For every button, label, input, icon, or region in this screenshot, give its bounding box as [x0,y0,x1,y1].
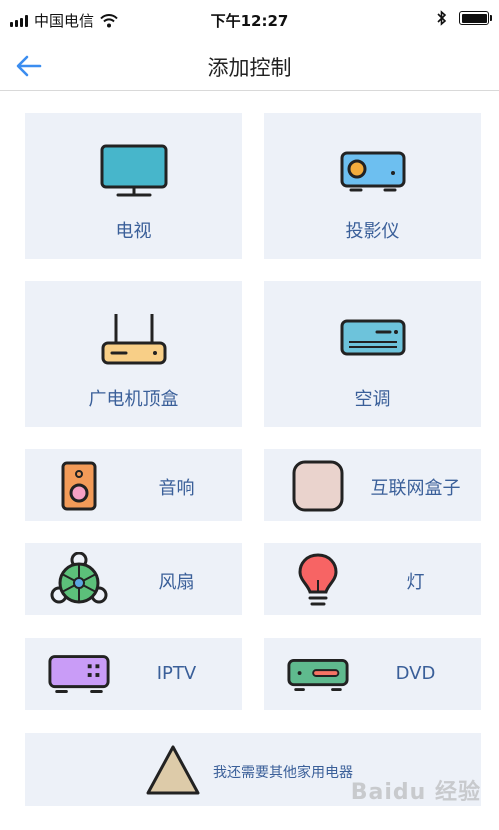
fan-icon [50,552,108,604]
page-title: 添加控制 [207,56,292,80]
device-tile-internet-box[interactable]: 互联网盒子 [264,449,481,521]
device-tile-dvd[interactable]: DVD [264,638,481,710]
set-top-box-icon [101,314,166,365]
device-tile-set-top-box[interactable]: 广电机顶盒 [25,281,242,427]
clock: 下午12:27 [210,12,289,30]
iptv-icon [48,655,110,693]
device-label: 广电机顶盒 [88,389,179,410]
device-label: 音响 [158,478,195,499]
device-label: 电视 [115,221,152,242]
status-bar: 中国电信 下午12:27 [0,0,499,40]
battery-icon [459,11,492,25]
device-label: 互联网盒子 [370,478,461,499]
device-tile-tv[interactable]: 电视 [25,113,242,259]
dvd-icon [287,659,349,691]
device-label: 灯 [406,572,425,593]
watermark: Baidu 经验 [350,780,481,805]
air-conditioner-icon [340,319,405,356]
light-bulb-icon [298,553,338,606]
device-tile-speaker[interactable]: 音响 [25,449,242,521]
tv-icon [100,144,167,197]
device-tile-iptv[interactable]: IPTV [25,638,242,710]
device-label: 投影仪 [345,221,400,242]
device-tile-light[interactable]: 灯 [264,543,481,615]
bluetooth-icon [437,10,447,26]
device-tile-projector[interactable]: 投影仪 [264,113,481,259]
device-label: 空调 [354,389,391,410]
internet-box-icon [292,460,344,512]
other-appliance-label: 我还需要其他家用电器 [213,765,353,781]
device-label: IPTV [156,663,197,684]
device-tile-fan[interactable]: 风扇 [25,543,242,615]
nav-bar: 添加控制 [0,40,499,91]
device-label: DVD [395,663,436,684]
device-label: 风扇 [158,572,195,593]
speaker-icon [61,461,97,511]
triangle-icon [146,745,200,795]
device-tile-air-conditioner[interactable]: 空调 [264,281,481,427]
projector-icon [340,151,405,192]
